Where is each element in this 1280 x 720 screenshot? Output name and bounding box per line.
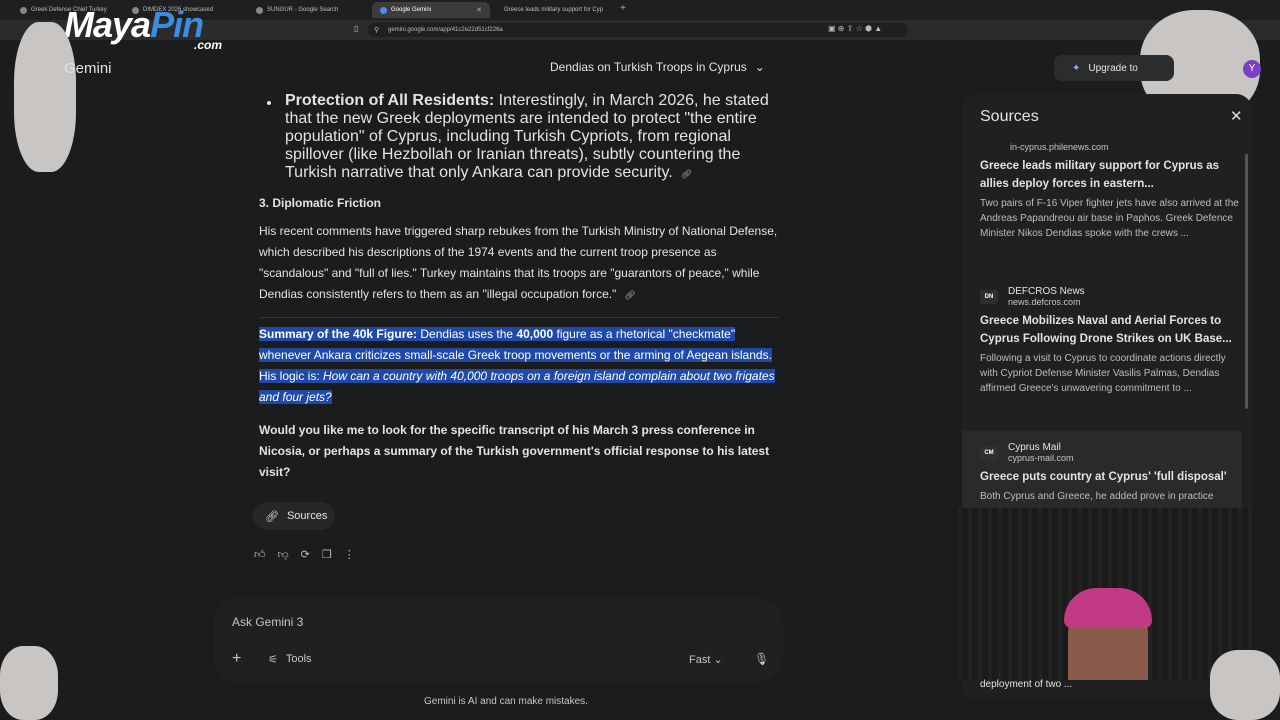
tab-google-gemini[interactable]: Google Gemini ✕ [372, 2, 490, 18]
list-item: Protection of All Residents: Interesting… [259, 92, 779, 182]
upgrade-button[interactable]: ✦ Upgrade to [1054, 55, 1174, 81]
bullet-dot [267, 101, 271, 105]
new-tab-button[interactable]: + [620, 3, 626, 14]
sources-button[interactable]: 🔗︎ Sources [253, 502, 335, 530]
divider [259, 317, 779, 318]
mode-selector[interactable]: Fast ⌄ [689, 653, 723, 666]
app-title: Gemini [64, 60, 112, 77]
tab-sungur-search[interactable]: SUNGUR - Google Search [248, 2, 366, 18]
thumbs-up-icon[interactable]: 👍︎ [254, 548, 266, 561]
mayapin-logo: MayaPin [64, 4, 204, 45]
link-icon[interactable]: 🔗︎ [681, 169, 692, 180]
publisher-logo: DN [980, 289, 998, 304]
thumbs-down-icon[interactable]: 👎︎ [278, 548, 289, 561]
summary-paragraph: Summary of the 40k Figure: Dendias uses … [259, 327, 775, 404]
tools-icon: ⚟ [268, 654, 278, 666]
source-snippet-tail: deployment of two ... [980, 679, 1073, 690]
microphone-icon[interactable]: 🎙︎ [754, 652, 769, 666]
close-tab-icon[interactable]: ✕ [476, 6, 482, 14]
chevron-down-icon: ⌄ [754, 60, 765, 74]
regenerate-icon[interactable]: ⟳ [301, 548, 310, 561]
sparkle-icon: ✦ [1072, 62, 1081, 74]
cat-sticker [1210, 650, 1280, 720]
add-icon[interactable]: + [232, 650, 241, 668]
gemini-icon [380, 6, 387, 14]
link-icon[interactable]: 🔗︎ [624, 285, 635, 306]
favicon-icon [20, 6, 27, 14]
section-paragraph: His recent comments have triggered sharp… [259, 221, 779, 306]
section-heading: 3. Diplomatic Friction [259, 196, 382, 210]
cat-sticker [0, 646, 58, 720]
more-options-icon[interactable]: ⋮ [344, 548, 355, 561]
bookmark-icon[interactable]: ▯ [354, 24, 358, 33]
copy-icon[interactable]: ❐ [322, 548, 332, 561]
response-actions: 👍︎ 👎︎ ⟳ ❐ ⋮ [254, 548, 355, 561]
webcam-overlay [952, 508, 1254, 680]
source-card[interactable]: CM Cyprus Mail cyprus-mail.com Greece puts… [980, 442, 1242, 504]
mayapin-logo-domain: .com [194, 38, 223, 52]
extension-icons[interactable]: ▣ ⊕ ⇪ ☆ ⬢ ▲ [828, 24, 882, 33]
google-icon [256, 6, 263, 14]
prompt-box[interactable]: Ask Gemini 3 + ⚟ Tools Fast ⌄ 🎙︎ [214, 598, 783, 682]
disclaimer: Gemini is AI and can make mistakes. [424, 696, 588, 707]
site-info-icon[interactable]: ⚲ [374, 26, 379, 34]
followup-question: Would you like me to look for the specif… [259, 423, 770, 479]
url-field[interactable]: ⚲ gemini.google.com/app/41c2e22d51cf226a [368, 23, 908, 37]
panel-title: Sources [980, 108, 1039, 125]
prompt-input[interactable]: Ask Gemini 3 [232, 615, 303, 629]
tab-greece-leads[interactable]: Greece leads military support for Cyp [496, 2, 614, 18]
link-icon: 🔗︎ [265, 510, 279, 523]
chevron-down-icon: ⌄ [713, 654, 723, 666]
close-icon[interactable]: ✕ [1230, 107, 1243, 125]
source-card[interactable]: DN DEFCROS News news.defcros.com Greece Mo… [980, 286, 1242, 396]
conversation-title[interactable]: Dendias on Turkish Troops in Cyprus ⌄ [550, 60, 765, 74]
cat-sticker [14, 22, 76, 172]
source-card[interactable]: in-cyprus.philenews.com Greece leads mil… [980, 142, 1242, 241]
publisher-logo: CM [980, 445, 998, 460]
streamer-headphones [1064, 588, 1152, 628]
scrollbar[interactable] [1245, 154, 1248, 409]
tools-button[interactable]: ⚟ Tools [268, 653, 312, 666]
avatar[interactable]: Y [1243, 60, 1261, 78]
